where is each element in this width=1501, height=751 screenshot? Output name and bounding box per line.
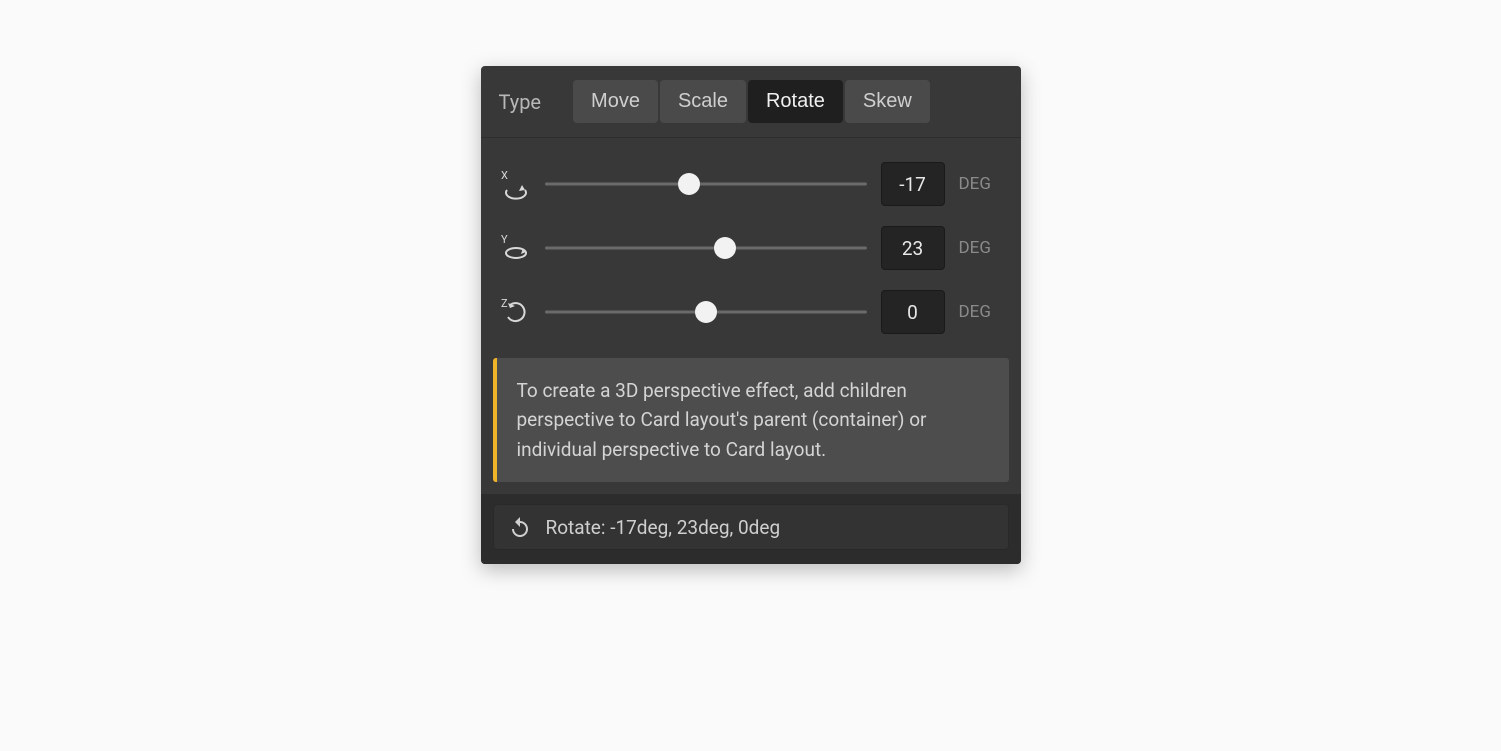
rotate-z-unit: DEG xyxy=(959,302,1003,322)
tab-scale[interactable]: Scale xyxy=(660,80,746,123)
svg-text:Z: Z xyxy=(501,297,508,310)
perspective-hint-text: To create a 3D perspective effect, add c… xyxy=(517,379,927,461)
type-label: Type xyxy=(499,90,542,114)
svg-text:X: X xyxy=(501,169,508,182)
rotate-z-slider[interactable] xyxy=(545,300,867,324)
tab-move[interactable]: Move xyxy=(573,80,658,123)
sliders-section: X -17 DEG Y xyxy=(481,138,1021,354)
rotate-y-value[interactable]: 23 xyxy=(881,226,945,270)
rotate-y-unit: DEG xyxy=(959,238,1003,258)
rotate-x-row: X -17 DEG xyxy=(499,152,1003,216)
rotate-z-thumb[interactable] xyxy=(695,301,717,323)
tab-rotate[interactable]: Rotate xyxy=(748,80,843,123)
type-tab-row: Type Move Scale Rotate Skew xyxy=(481,66,1021,138)
rotate-x-icon: X xyxy=(499,168,531,200)
transform-summary[interactable]: Rotate: -17deg, 23deg, 0deg xyxy=(493,504,1009,550)
rotate-x-slider[interactable] xyxy=(545,172,867,196)
summary-bar: Rotate: -17deg, 23deg, 0deg xyxy=(481,494,1021,564)
rotate-x-unit: DEG xyxy=(959,174,1003,194)
reset-icon[interactable] xyxy=(508,515,532,539)
transform-panel: Type Move Scale Rotate Skew X -17 DEG xyxy=(481,66,1021,564)
rotate-x-thumb[interactable] xyxy=(678,173,700,195)
rotate-z-value[interactable]: 0 xyxy=(881,290,945,334)
rotate-y-icon: Y xyxy=(499,232,531,264)
rotate-x-value[interactable]: -17 xyxy=(881,162,945,206)
type-tab-group: Move Scale Rotate Skew xyxy=(573,80,930,123)
rotate-z-row: Z 0 DEG xyxy=(499,280,1003,344)
rotate-y-slider[interactable] xyxy=(545,236,867,260)
transform-summary-text: Rotate: -17deg, 23deg, 0deg xyxy=(546,516,781,539)
svg-text:Y: Y xyxy=(501,233,508,246)
rotate-y-thumb[interactable] xyxy=(714,237,736,259)
rotate-y-row: Y 23 DEG xyxy=(499,216,1003,280)
rotate-z-icon: Z xyxy=(499,296,531,328)
perspective-hint: To create a 3D perspective effect, add c… xyxy=(493,358,1009,482)
tab-skew[interactable]: Skew xyxy=(845,80,930,123)
